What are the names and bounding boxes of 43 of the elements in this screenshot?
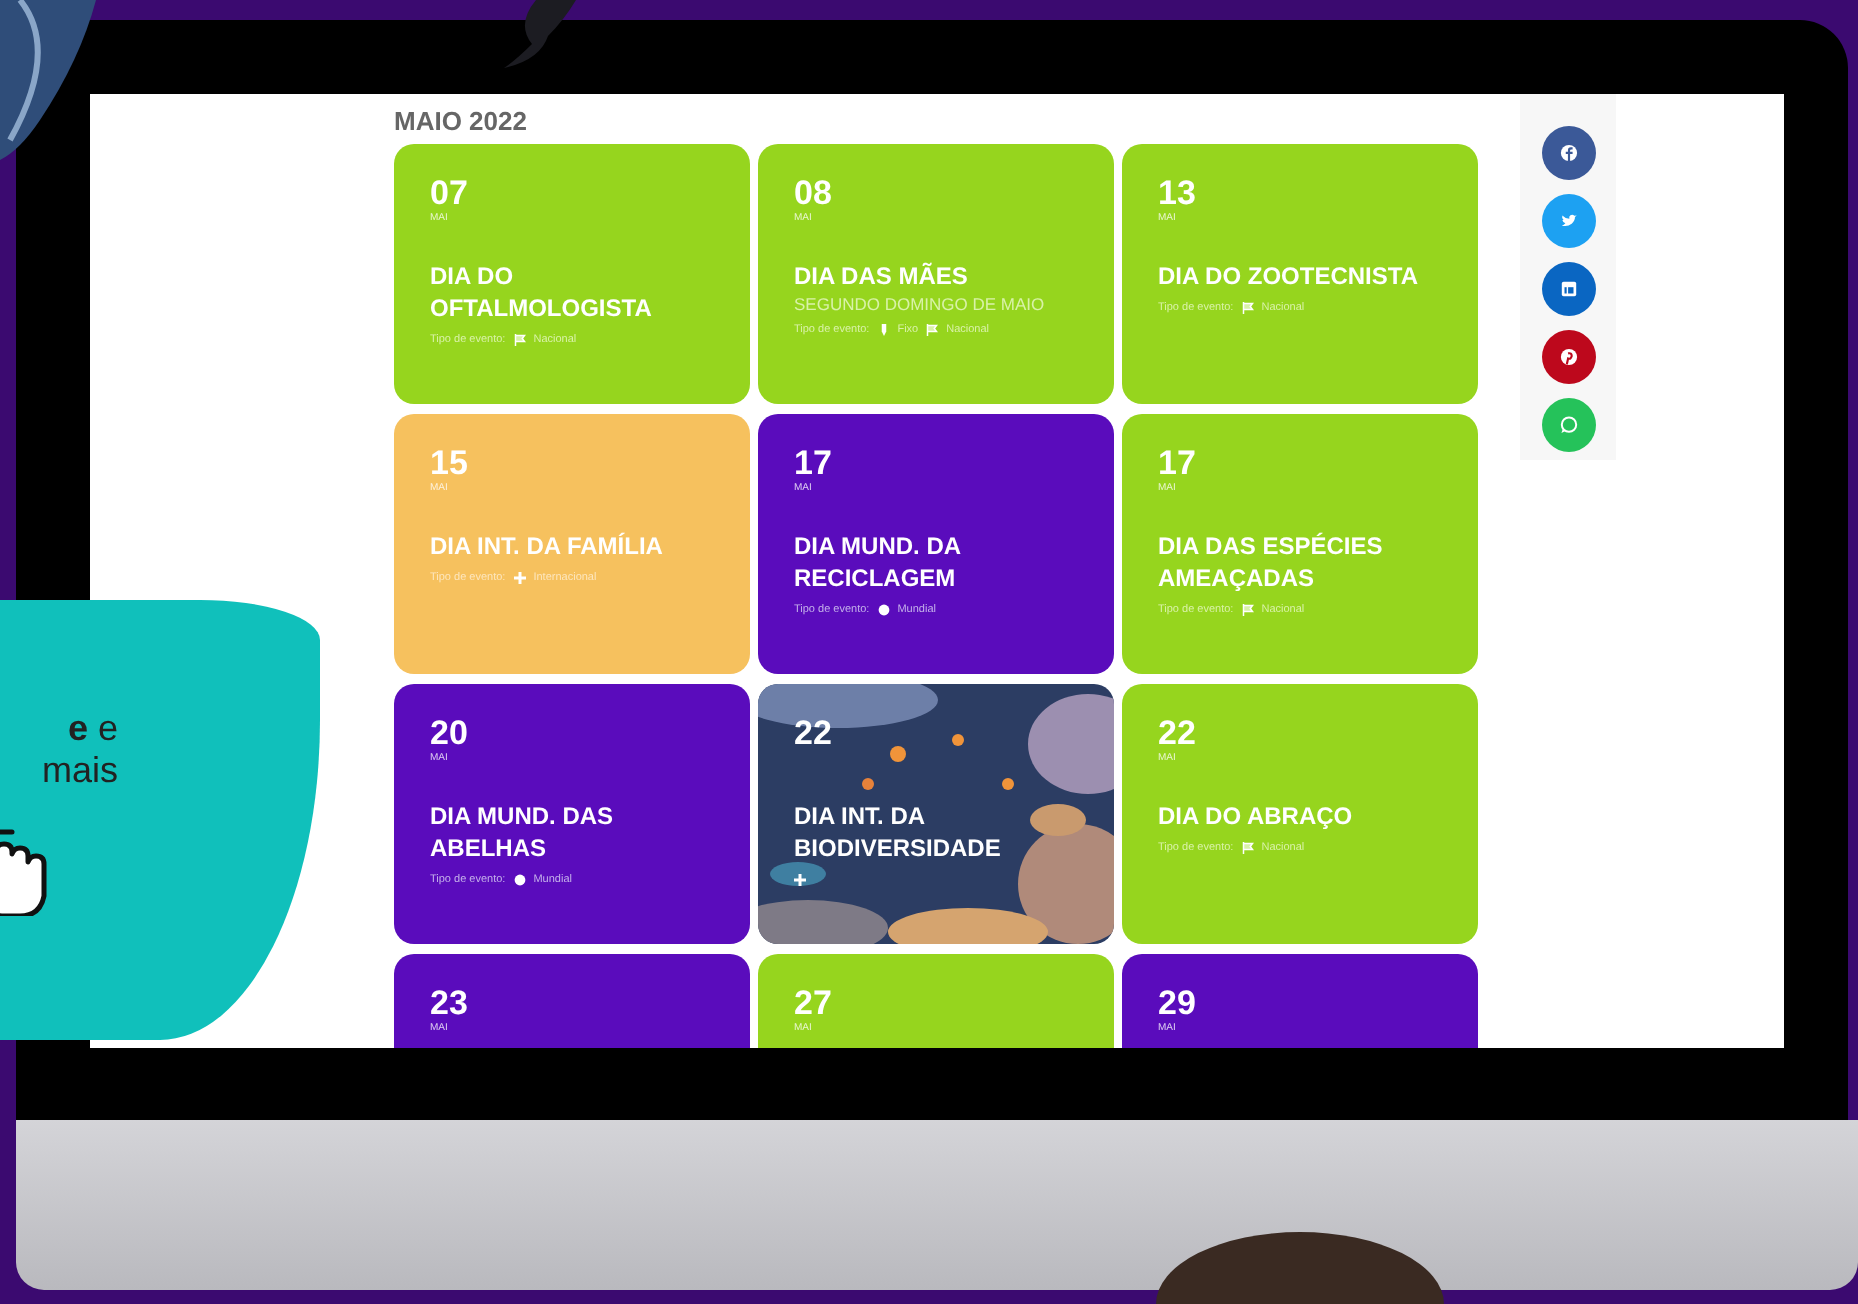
event-title: DIA DO OFTALMOLOGISTA <box>430 260 654 324</box>
day-number: 29 <box>1158 984 1198 1022</box>
event-title: DIA MUND. DA RECICLAGEM <box>794 530 963 594</box>
pinterest-icon <box>1559 348 1577 366</box>
day-number: 08 <box>794 174 834 212</box>
event-title: DIA DAS ESPÉCIES AMEAÇADAS <box>1158 530 1385 594</box>
day-number: 17 <box>1158 444 1198 482</box>
day-number: 07 <box>430 174 470 212</box>
day-number: 17 <box>794 444 834 482</box>
event-title: DIA DAS MÃES <box>794 260 970 292</box>
day-number: 15 <box>430 444 470 482</box>
chat-icon <box>1559 416 1577 434</box>
callout-text: mais <box>39 750 118 792</box>
flag-icon <box>513 334 526 346</box>
flag-icon <box>1241 302 1254 314</box>
flag-icon <box>1241 842 1254 854</box>
event-card[interactable]: 22 DIA INT. DA BIODIVERSIDADE <box>758 684 1114 944</box>
day-number: 22 <box>794 714 834 752</box>
callout-text: e e <box>65 708 118 750</box>
event-title: DIA DO ZOOTECNISTA <box>1158 260 1420 292</box>
event-title: DIA MUND. DAS ABELHAS <box>430 800 616 864</box>
flag-icon <box>1241 604 1254 616</box>
linkedin-icon <box>1559 280 1577 298</box>
bird-icon-button[interactable] <box>1541 194 1595 248</box>
day-number: 13 <box>1158 174 1198 212</box>
day-number: 20 <box>430 714 470 752</box>
flag-icon <box>926 324 939 336</box>
event-title: DIA INT. DA BIODIVERSIDADE <box>794 800 1003 864</box>
event-title: DIA DO ABRAÇO <box>1158 800 1355 832</box>
day-number: 23 <box>430 984 470 1022</box>
bird-icon <box>1559 212 1577 230</box>
share-button[interactable] <box>1541 262 1595 316</box>
plus-icon <box>794 874 806 886</box>
event-subtitle: SEGUNDO DOMINGO DE MAIO <box>794 294 1047 314</box>
plus-icon <box>513 572 526 584</box>
month-heading: MAIO 2022 <box>394 106 529 136</box>
day-number: 27 <box>794 984 834 1022</box>
event-title: DIA INT. DA FAMÍLIA <box>430 530 665 562</box>
pin-icon-button[interactable] <box>1541 330 1595 384</box>
pin-icon <box>877 324 890 336</box>
share-button[interactable] <box>1541 126 1595 180</box>
facebook-icon <box>1559 144 1577 162</box>
day-number: 22 <box>1158 714 1198 752</box>
